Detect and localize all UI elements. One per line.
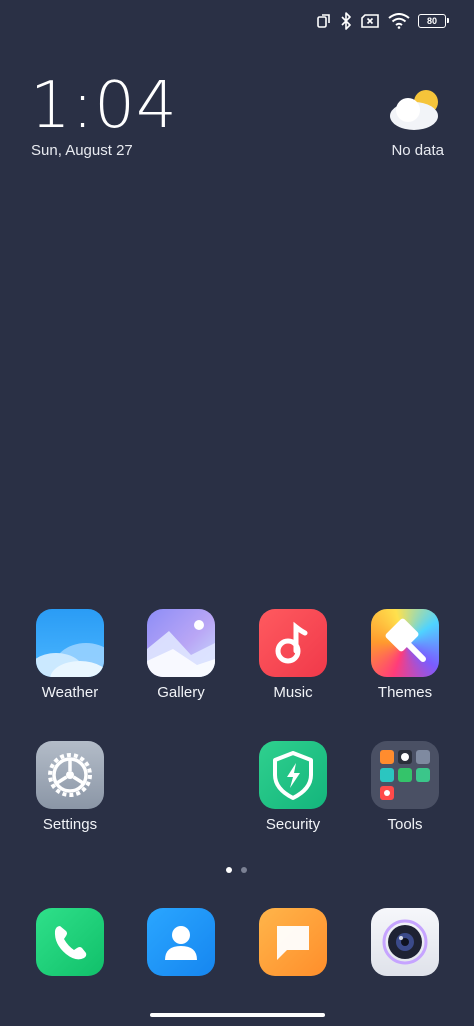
phone-icon	[36, 908, 104, 976]
sim-x-icon	[361, 14, 379, 28]
page-dot-active	[226, 867, 232, 873]
dock-messages[interactable]	[243, 908, 343, 976]
battery-indicator: 80	[418, 14, 449, 28]
themes-icon	[371, 609, 439, 677]
dock-contacts[interactable]	[131, 908, 231, 976]
page-dot	[241, 867, 247, 873]
app-label: Gallery	[157, 684, 205, 701]
dock-phone[interactable]	[20, 908, 120, 976]
music-icon	[259, 609, 327, 677]
battery-level: 80	[426, 15, 437, 26]
app-label: Security	[265, 816, 321, 833]
clock-date[interactable]: Sun, August 27	[31, 142, 133, 159]
app-settings[interactable]: Settings	[20, 741, 120, 833]
app-label: Settings	[42, 816, 98, 833]
clock-time[interactable]: 1:04	[30, 74, 178, 138]
home-gesture-bar[interactable]	[150, 1013, 325, 1017]
app-weather[interactable]: Weather	[20, 609, 120, 701]
app-label: Themes	[377, 684, 433, 701]
rotate-lock-icon	[317, 14, 330, 28]
weather-widget[interactable]: No data	[354, 86, 444, 166]
camera-icon	[371, 908, 439, 976]
settings-icon	[36, 741, 104, 809]
status-bar: 80	[316, 10, 449, 32]
partly-cloudy-icon	[390, 90, 438, 130]
weather-icon	[36, 609, 104, 677]
security-icon	[259, 741, 327, 809]
weather-status-text: No data	[391, 142, 444, 159]
wifi-icon	[388, 13, 410, 29]
app-themes[interactable]: Themes	[355, 609, 455, 701]
contacts-icon	[147, 908, 215, 976]
dock-camera[interactable]	[355, 908, 455, 976]
tools-folder-icon	[371, 741, 439, 809]
app-security[interactable]: Security	[243, 741, 343, 833]
page-indicator[interactable]	[226, 867, 247, 873]
app-music[interactable]: Music	[243, 609, 343, 701]
app-label: Music	[273, 684, 313, 701]
gallery-icon	[147, 609, 215, 677]
bluetooth-icon	[341, 12, 351, 30]
app-label: Weather	[41, 684, 99, 701]
app-label: Tools	[387, 816, 423, 833]
app-gallery[interactable]: Gallery	[131, 609, 231, 701]
app-tools-folder[interactable]: Tools	[355, 741, 455, 833]
messages-icon	[259, 908, 327, 976]
